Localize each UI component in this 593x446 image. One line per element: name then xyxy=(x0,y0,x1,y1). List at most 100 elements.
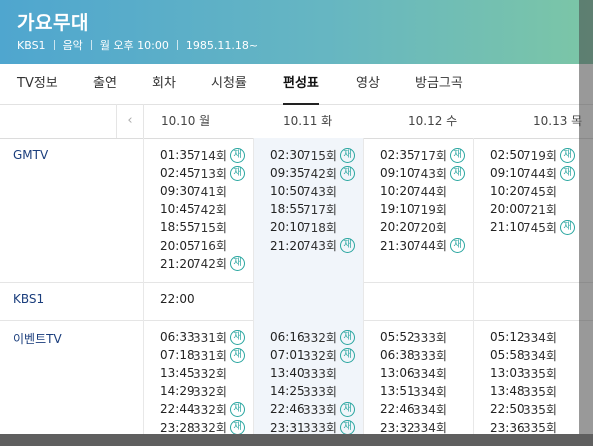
program-slot[interactable]: 22:00 xyxy=(160,290,195,308)
program-slot[interactable]: 23:32 334회 xyxy=(380,419,447,435)
episode-number: 331회 xyxy=(193,330,227,345)
program-slot[interactable]: 07:18 331회 재 xyxy=(160,346,245,364)
program-slot[interactable]: 13:06 334회 xyxy=(380,364,447,382)
program-slot[interactable]: 23:31 333회 재 xyxy=(270,419,355,434)
episode-number: 334회 xyxy=(413,421,447,434)
program-slot[interactable]: 21:10 745회 재 xyxy=(490,218,575,236)
schedule-grid: GMTV 01:35 714회 재 02:45 713회 재 09:30 741회 10:45 74… xyxy=(0,138,593,434)
program-slot[interactable]: 22:46 333회 재 xyxy=(270,400,355,418)
air-time: 07:01 xyxy=(270,348,305,363)
air-time: 21:10 xyxy=(490,220,525,235)
rerun-badge-icon: 재 xyxy=(339,165,355,181)
channel-row: GMTV 01:35 714회 재 02:45 713회 재 09:30 741회 10:45 74… xyxy=(0,138,593,283)
program-slot[interactable]: 06:16 332회 재 xyxy=(270,328,355,346)
rerun-badge-icon: 재 xyxy=(339,147,355,163)
program-slot[interactable]: 20:00 721회 xyxy=(490,200,557,218)
program-slot[interactable]: 02:35 717회 재 xyxy=(380,146,465,164)
program-slot[interactable]: 05:58 334회 xyxy=(490,346,557,364)
program-slot[interactable]: 05:12 334회 xyxy=(490,328,557,346)
schedule-cell: 01:35 714회 재 02:45 713회 재 09:30 741회 10:45 742회 18… xyxy=(143,138,254,282)
episode-number: 333회 xyxy=(413,348,447,363)
episode-number: 741회 xyxy=(193,184,227,199)
tab-cast[interactable]: 출연 xyxy=(93,64,117,104)
program-slot[interactable]: 19:10 719회 xyxy=(380,200,447,218)
schedule-cell: 06:33 331회 재 07:18 331회 재 13:45 332회 14:29 332회 22… xyxy=(143,320,254,434)
channel-row: 이벤트TV 06:33 331회 재 07:18 331회 재 13:45 332회 14:29 3… xyxy=(0,320,593,434)
program-slot[interactable]: 05:52 333회 xyxy=(380,328,447,346)
air-time: 13:40 xyxy=(270,366,305,381)
program-slot[interactable]: 02:45 713회 재 xyxy=(160,164,245,182)
program-slot[interactable]: 10:50 743회 xyxy=(270,182,337,200)
schedule-cell xyxy=(363,282,474,320)
program-slot[interactable]: 23:28 332회 재 xyxy=(160,419,245,434)
program-slot[interactable]: 09:10 743회 재 xyxy=(380,164,465,182)
episode-number: 744회 xyxy=(413,239,447,253)
program-slot[interactable]: 20:20 720회 xyxy=(380,218,447,236)
episode-number: 721회 xyxy=(523,202,557,217)
air-time: 20:10 xyxy=(270,220,305,235)
program-slot[interactable]: 18:55 715회 xyxy=(160,218,227,236)
episode-number: 332회 xyxy=(193,384,227,399)
program-slot[interactable]: 14:25 333회 xyxy=(270,382,337,400)
program-slot[interactable]: 18:55 717회 xyxy=(270,200,337,218)
program-slot[interactable]: 21:30 744회 재 xyxy=(380,237,465,255)
channel-name[interactable]: 이벤트TV xyxy=(13,330,62,347)
air-time: 02:35 xyxy=(380,148,415,162)
program-slot[interactable]: 22:44 332회 재 xyxy=(160,400,245,418)
program-slot[interactable]: 20:10 718회 xyxy=(270,218,337,236)
channel-name[interactable]: GMTV xyxy=(13,148,48,162)
program-slot[interactable]: 21:20 743회 재 xyxy=(270,237,355,255)
rerun-badge-icon: 재 xyxy=(559,165,575,181)
rerun-badge-icon: 재 xyxy=(339,238,355,253)
episode-number: 333회 xyxy=(413,330,447,345)
channel-link[interactable]: KBS1 xyxy=(17,39,46,52)
program-slot[interactable]: 13:45 332회 xyxy=(160,364,227,382)
screen-edge-shadow xyxy=(0,434,593,446)
program-slot[interactable]: 14:29 332회 xyxy=(160,382,227,400)
program-slot[interactable]: 13:40 333회 xyxy=(270,364,337,382)
tab-episodes[interactable]: 회차 xyxy=(152,64,176,104)
channel-name[interactable]: KBS1 xyxy=(13,292,44,306)
tab-videos[interactable]: 영상 xyxy=(356,64,380,104)
tab-tv-info[interactable]: TV정보 xyxy=(17,64,58,104)
rerun-badge-icon: 재 xyxy=(229,401,245,417)
program-slot[interactable]: 06:38 333회 xyxy=(380,346,447,364)
tab-ratings[interactable]: 시청률 xyxy=(211,64,247,104)
rerun-badge-icon: 재 xyxy=(559,147,575,163)
program-slot[interactable]: 07:01 332회 재 xyxy=(270,346,355,364)
episode-number: 717회 xyxy=(413,148,447,163)
episode-number: 743회 xyxy=(303,184,337,199)
rerun-badge-icon: 재 xyxy=(339,347,355,363)
chevron-left-icon: ‹ xyxy=(127,113,133,128)
program-slot[interactable]: 22:46 334회 xyxy=(380,400,447,418)
program-slot[interactable]: 21:20 742회 재 xyxy=(160,255,245,273)
air-time: 02:30 xyxy=(270,148,305,162)
program-slot[interactable]: 13:48 335회 xyxy=(490,382,557,400)
episode-number: 335회 xyxy=(523,402,557,417)
program-slot[interactable]: 09:35 742회 재 xyxy=(270,164,355,182)
program-slot[interactable]: 06:33 331회 재 xyxy=(160,328,245,346)
episode-number: 332회 xyxy=(303,348,337,363)
program-slot[interactable]: 10:45 742회 xyxy=(160,200,227,218)
schedule-cell xyxy=(253,282,364,320)
program-slot[interactable]: 02:30 715회 재 xyxy=(270,146,355,164)
program-slot[interactable]: 20:05 716회 xyxy=(160,237,227,255)
day-label: 10.12 수 xyxy=(408,114,458,128)
program-slot[interactable]: 10:20 745회 xyxy=(490,182,557,200)
program-slot[interactable]: 23:36 335회 xyxy=(490,419,557,435)
program-slot[interactable]: 13:51 334회 xyxy=(380,382,447,400)
program-slot[interactable]: 13:03 335회 xyxy=(490,364,557,382)
program-slot[interactable]: 10:20 744회 xyxy=(380,182,447,200)
program-slot[interactable]: 22:50 335회 xyxy=(490,400,557,418)
prev-day-button[interactable]: ‹ xyxy=(116,104,144,138)
tab-schedule[interactable]: 편성표 xyxy=(283,64,319,105)
day-label: 10.13 목 xyxy=(533,114,583,128)
air-time: 18:55 xyxy=(270,202,305,217)
episode-number: 743회 xyxy=(303,239,337,253)
program-slot[interactable]: 01:35 714회 재 xyxy=(160,146,245,164)
program-slot[interactable]: 02:50 719회 재 xyxy=(490,146,575,164)
program-slot[interactable]: 09:30 741회 xyxy=(160,182,227,200)
tab-song-id[interactable]: 방금그곡 xyxy=(415,64,463,104)
air-time: 18:55 xyxy=(160,220,195,235)
program-slot[interactable]: 09:10 744회 재 xyxy=(490,164,575,182)
